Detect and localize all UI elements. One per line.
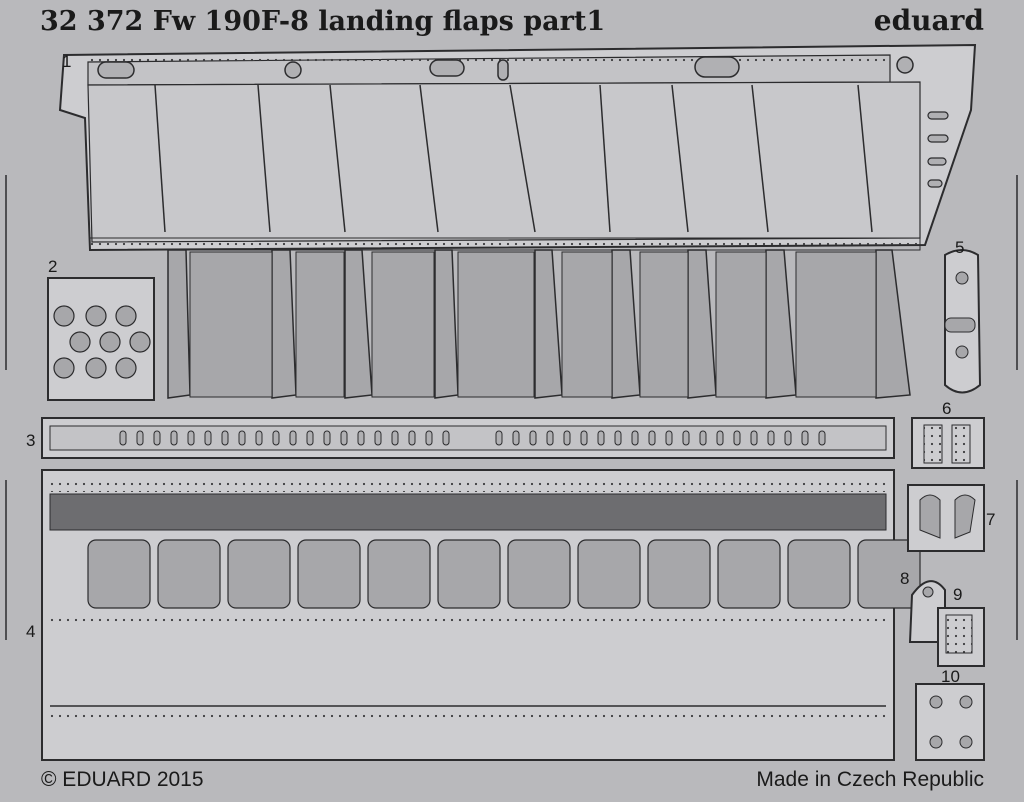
- strip-slot: [289, 430, 297, 446]
- part-label-7: 7: [986, 510, 996, 529]
- strip-cell: [87, 539, 151, 609]
- strip-slot: [170, 430, 178, 446]
- strip-slot: [818, 430, 826, 446]
- strip-slot: [323, 430, 331, 446]
- strip-slot: [204, 430, 212, 446]
- part-label-2: 2: [48, 257, 58, 276]
- strip-slot: [495, 430, 503, 446]
- strip-slot: [255, 430, 263, 446]
- strip-slot: [306, 430, 314, 446]
- strip-slot: [716, 430, 724, 446]
- strip-slot: [391, 430, 399, 446]
- strip-slot: [801, 430, 809, 446]
- strip-slot: [699, 430, 707, 446]
- strip-cell: [367, 539, 431, 609]
- strip-cell: [437, 539, 501, 609]
- part-7-pair: [907, 484, 985, 552]
- strip-cell: [227, 539, 291, 609]
- strip-slot: [238, 430, 246, 446]
- part-1-flap: [58, 43, 977, 399]
- strip-slot: [563, 430, 571, 446]
- strip-slot: [648, 430, 656, 446]
- photo-etch-fret: [5, 43, 1018, 761]
- strip-slot: [614, 430, 622, 446]
- strip-slot: [546, 430, 554, 446]
- strip-slot: [750, 430, 758, 446]
- strip-slot: [408, 430, 416, 446]
- part-label-4: 4: [26, 622, 36, 641]
- strip-slot: [767, 430, 775, 446]
- strip-cell: [647, 539, 711, 609]
- part-5-bracket: [944, 249, 982, 394]
- strip-slot: [597, 430, 605, 446]
- strip-slot: [357, 430, 365, 446]
- strip-slot: [529, 430, 537, 446]
- strip-slot: [442, 430, 450, 446]
- strip-slot: [374, 430, 382, 446]
- part-3-strip: [41, 417, 895, 459]
- strip-slot: [733, 430, 741, 446]
- strip-slot: [153, 430, 161, 446]
- part-6-pair: [911, 417, 985, 469]
- strip-slot: [682, 430, 690, 446]
- part-label-3: 3: [26, 431, 36, 450]
- part-label-10: 10: [941, 667, 960, 686]
- strip-cell: [297, 539, 361, 609]
- part-9-part: [937, 607, 985, 667]
- origin-text: Made in Czech Republic: [756, 768, 984, 791]
- copyright-text: © EDUARD 2015: [41, 768, 204, 791]
- strip-slot: [512, 430, 520, 446]
- strip-slot: [580, 430, 588, 446]
- part-4-strip: [41, 469, 921, 761]
- strip-cell: [507, 539, 571, 609]
- strip-slot: [272, 430, 280, 446]
- part-2-panel: [47, 277, 155, 401]
- part-10-pair: [915, 683, 985, 761]
- strip-cell: [717, 539, 781, 609]
- strip-cell: [577, 539, 641, 609]
- strip-cell: [787, 539, 851, 609]
- strip-slot: [631, 430, 639, 446]
- strip-slot: [119, 430, 127, 446]
- part-label-5: 5: [955, 238, 965, 257]
- strip-slot: [425, 430, 433, 446]
- strip-slot: [187, 430, 195, 446]
- strip-slot: [784, 430, 792, 446]
- part-label-6: 6: [942, 399, 952, 418]
- part-label-9: 9: [953, 585, 963, 604]
- strip-cell: [157, 539, 221, 609]
- strip-slot: [665, 430, 673, 446]
- part-label-1: 1: [62, 52, 72, 71]
- strip-slot: [221, 430, 229, 446]
- strip-slot: [340, 430, 348, 446]
- part-label-8: 8: [900, 569, 910, 588]
- strip-slot: [136, 430, 144, 446]
